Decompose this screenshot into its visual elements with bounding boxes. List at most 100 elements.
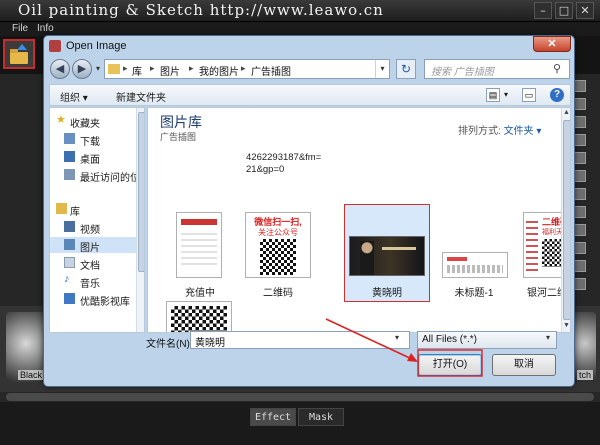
nav-scrollbar[interactable] xyxy=(136,108,144,332)
menu-info[interactable]: Info xyxy=(37,23,54,34)
nav-favorites[interactable]: ★ 收藏夹 xyxy=(50,113,138,130)
chevron-right-icon[interactable]: ▸ xyxy=(241,63,246,74)
picture-icon xyxy=(64,239,75,250)
nav-documents[interactable]: 文档 xyxy=(50,255,138,272)
chevron-right-icon[interactable]: ▸ xyxy=(123,63,128,74)
arrange-value[interactable]: 文件夹 ▾ xyxy=(504,126,542,137)
scroll-up-icon[interactable]: ▲ xyxy=(563,109,570,116)
open-image-button[interactable] xyxy=(3,39,35,69)
organize-button[interactable]: 组织 ▾ xyxy=(60,89,88,104)
tool-button[interactable] xyxy=(574,188,586,200)
tab-effect[interactable]: Effect xyxy=(250,408,296,426)
tab-mask[interactable]: Mask xyxy=(298,408,344,426)
nav-recent[interactable]: 最近访问的位 xyxy=(50,167,140,184)
thumb-detail xyxy=(181,219,217,225)
breadcrumb[interactable]: 广告插图 xyxy=(251,63,291,78)
file-type-dropdown-icon[interactable]: ▾ xyxy=(546,333,550,342)
nav-scroll-thumb[interactable] xyxy=(138,112,144,272)
tool-button[interactable] xyxy=(574,116,586,128)
nav-youku[interactable]: 优酷影视库 xyxy=(50,291,138,308)
refresh-button[interactable]: ↻ xyxy=(396,59,416,79)
effect-caption: Black xyxy=(18,370,45,380)
address-bar[interactable]: ▸ 库 ▸ 图片 ▸ 我的图片 ▸ 广告插图 ▾ xyxy=(104,59,390,79)
dialog-titlebar: Open Image ✕ xyxy=(44,36,574,56)
library-icon xyxy=(56,203,67,214)
filename-dropdown-icon[interactable]: ▾ xyxy=(395,333,399,342)
scroll-down-icon[interactable]: ▼ xyxy=(563,322,570,329)
filename-input[interactable]: 黄晓明 ▾ xyxy=(190,331,410,349)
cancel-button[interactable]: 取消 xyxy=(492,354,556,376)
preview-pane-icon[interactable]: ▭ xyxy=(522,88,536,102)
tool-button[interactable] xyxy=(574,98,586,110)
chevron-right-icon[interactable]: ▸ xyxy=(150,63,155,74)
file-type-select[interactable]: All Files (*.*) ▾ xyxy=(417,331,557,349)
qr-code-image xyxy=(171,306,227,332)
folder-icon xyxy=(108,64,120,74)
dialog-close-button[interactable]: ✕ xyxy=(533,36,571,52)
file-thumbnail[interactable]: 微信扫一扫, 关注公众号 xyxy=(245,212,311,278)
maximize-button[interactable]: □ xyxy=(555,2,573,19)
breadcrumb[interactable]: 库 xyxy=(132,63,142,78)
tool-button[interactable] xyxy=(574,224,586,236)
folder-icon xyxy=(10,49,28,64)
nav-downloads[interactable]: 下载 xyxy=(50,131,138,148)
file-name[interactable]: 黄晓明 xyxy=(349,284,425,299)
tool-button[interactable] xyxy=(574,206,586,218)
nav-libraries[interactable]: 库 xyxy=(50,201,138,218)
forward-button[interactable]: ▶ xyxy=(72,59,92,79)
nav-desktop[interactable]: 桌面 xyxy=(50,149,138,166)
nav-label: 视频 xyxy=(80,225,100,236)
tool-button[interactable] xyxy=(574,134,586,146)
library-subtitle: 广告插图 xyxy=(160,132,197,142)
arrange-by[interactable]: 排列方式: 文件夹 ▾ xyxy=(458,122,541,137)
file-name-partial[interactable]: 4262293187&fm=21&gp=0 xyxy=(246,152,326,176)
file-name[interactable]: 二维码 xyxy=(240,284,316,299)
breadcrumb[interactable]: 我的图片 xyxy=(199,63,239,78)
breadcrumb[interactable]: 图片 xyxy=(160,63,180,78)
minimize-button[interactable]: – xyxy=(534,2,552,19)
file-thumbnail[interactable] xyxy=(349,236,425,276)
new-folder-button[interactable]: 新建文件夹 xyxy=(116,89,166,104)
tool-button[interactable] xyxy=(574,278,586,290)
filename-label: 文件名(N): xyxy=(146,339,193,350)
tool-button[interactable] xyxy=(574,242,586,254)
app-icon xyxy=(49,40,61,52)
menu-file[interactable]: File xyxy=(12,23,28,34)
menubar: File Info xyxy=(0,22,600,36)
nav-videos[interactable]: 视频 xyxy=(50,219,138,236)
file-name[interactable]: 充值中 xyxy=(162,284,238,299)
file-thumbnail[interactable] xyxy=(176,212,222,278)
tool-button[interactable] xyxy=(574,152,586,164)
address-row: ◀ ▶ ▾ ▸ 库 ▸ 图片 ▸ 我的图片 ▸ 广告插图 ▾ ↻ 搜索 广告插图… xyxy=(50,58,570,80)
address-dropdown-icon[interactable]: ▾ xyxy=(375,60,389,78)
strip-scrollbar[interactable] xyxy=(6,393,594,401)
tool-button[interactable] xyxy=(574,260,586,272)
back-button[interactable]: ◀ xyxy=(50,59,70,79)
document-icon xyxy=(64,257,75,268)
file-thumbnail[interactable] xyxy=(166,301,232,332)
search-input[interactable]: 搜索 广告插图 ⚲ xyxy=(424,59,570,79)
upload-arrow-icon xyxy=(17,44,27,50)
open-button[interactable]: 打开(O) xyxy=(418,354,482,376)
help-icon[interactable]: ? xyxy=(550,88,564,102)
view-mode-icon[interactable]: ▤ xyxy=(486,88,500,102)
dialog-title: Open Image xyxy=(66,40,127,52)
file-thumbnail[interactable] xyxy=(442,252,508,278)
chevron-right-icon[interactable]: ▸ xyxy=(189,63,194,74)
nav-music[interactable]: ♪ 音乐 xyxy=(50,273,138,290)
file-name[interactable]: 未标题-1 xyxy=(436,284,512,299)
nav-label: 桌面 xyxy=(80,155,100,166)
file-list-scroll-thumb[interactable] xyxy=(563,120,570,320)
file-list: 图片库 广告插图 排列方式: 文件夹 ▾ 4262293187&fm=21&gp… xyxy=(147,107,571,333)
history-dropdown-icon[interactable]: ▾ xyxy=(96,64,100,73)
tool-button[interactable] xyxy=(574,80,586,92)
open-image-dialog: Open Image ✕ ◀ ▶ ▾ ▸ 库 ▸ 图片 ▸ 我的图片 ▸ 广告插… xyxy=(43,35,575,387)
nav-label: 下载 xyxy=(80,137,100,148)
tool-button[interactable] xyxy=(574,170,586,182)
search-icon: ⚲ xyxy=(553,63,562,75)
nav-label: 图片 xyxy=(80,243,100,254)
app-close-button[interactable]: ✕ xyxy=(576,2,594,19)
view-dropdown-icon[interactable]: ▾ xyxy=(504,90,508,99)
file-list-scrollbar[interactable]: ▲ ▼ xyxy=(561,108,570,332)
nav-pictures[interactable]: 图片 xyxy=(50,237,138,254)
